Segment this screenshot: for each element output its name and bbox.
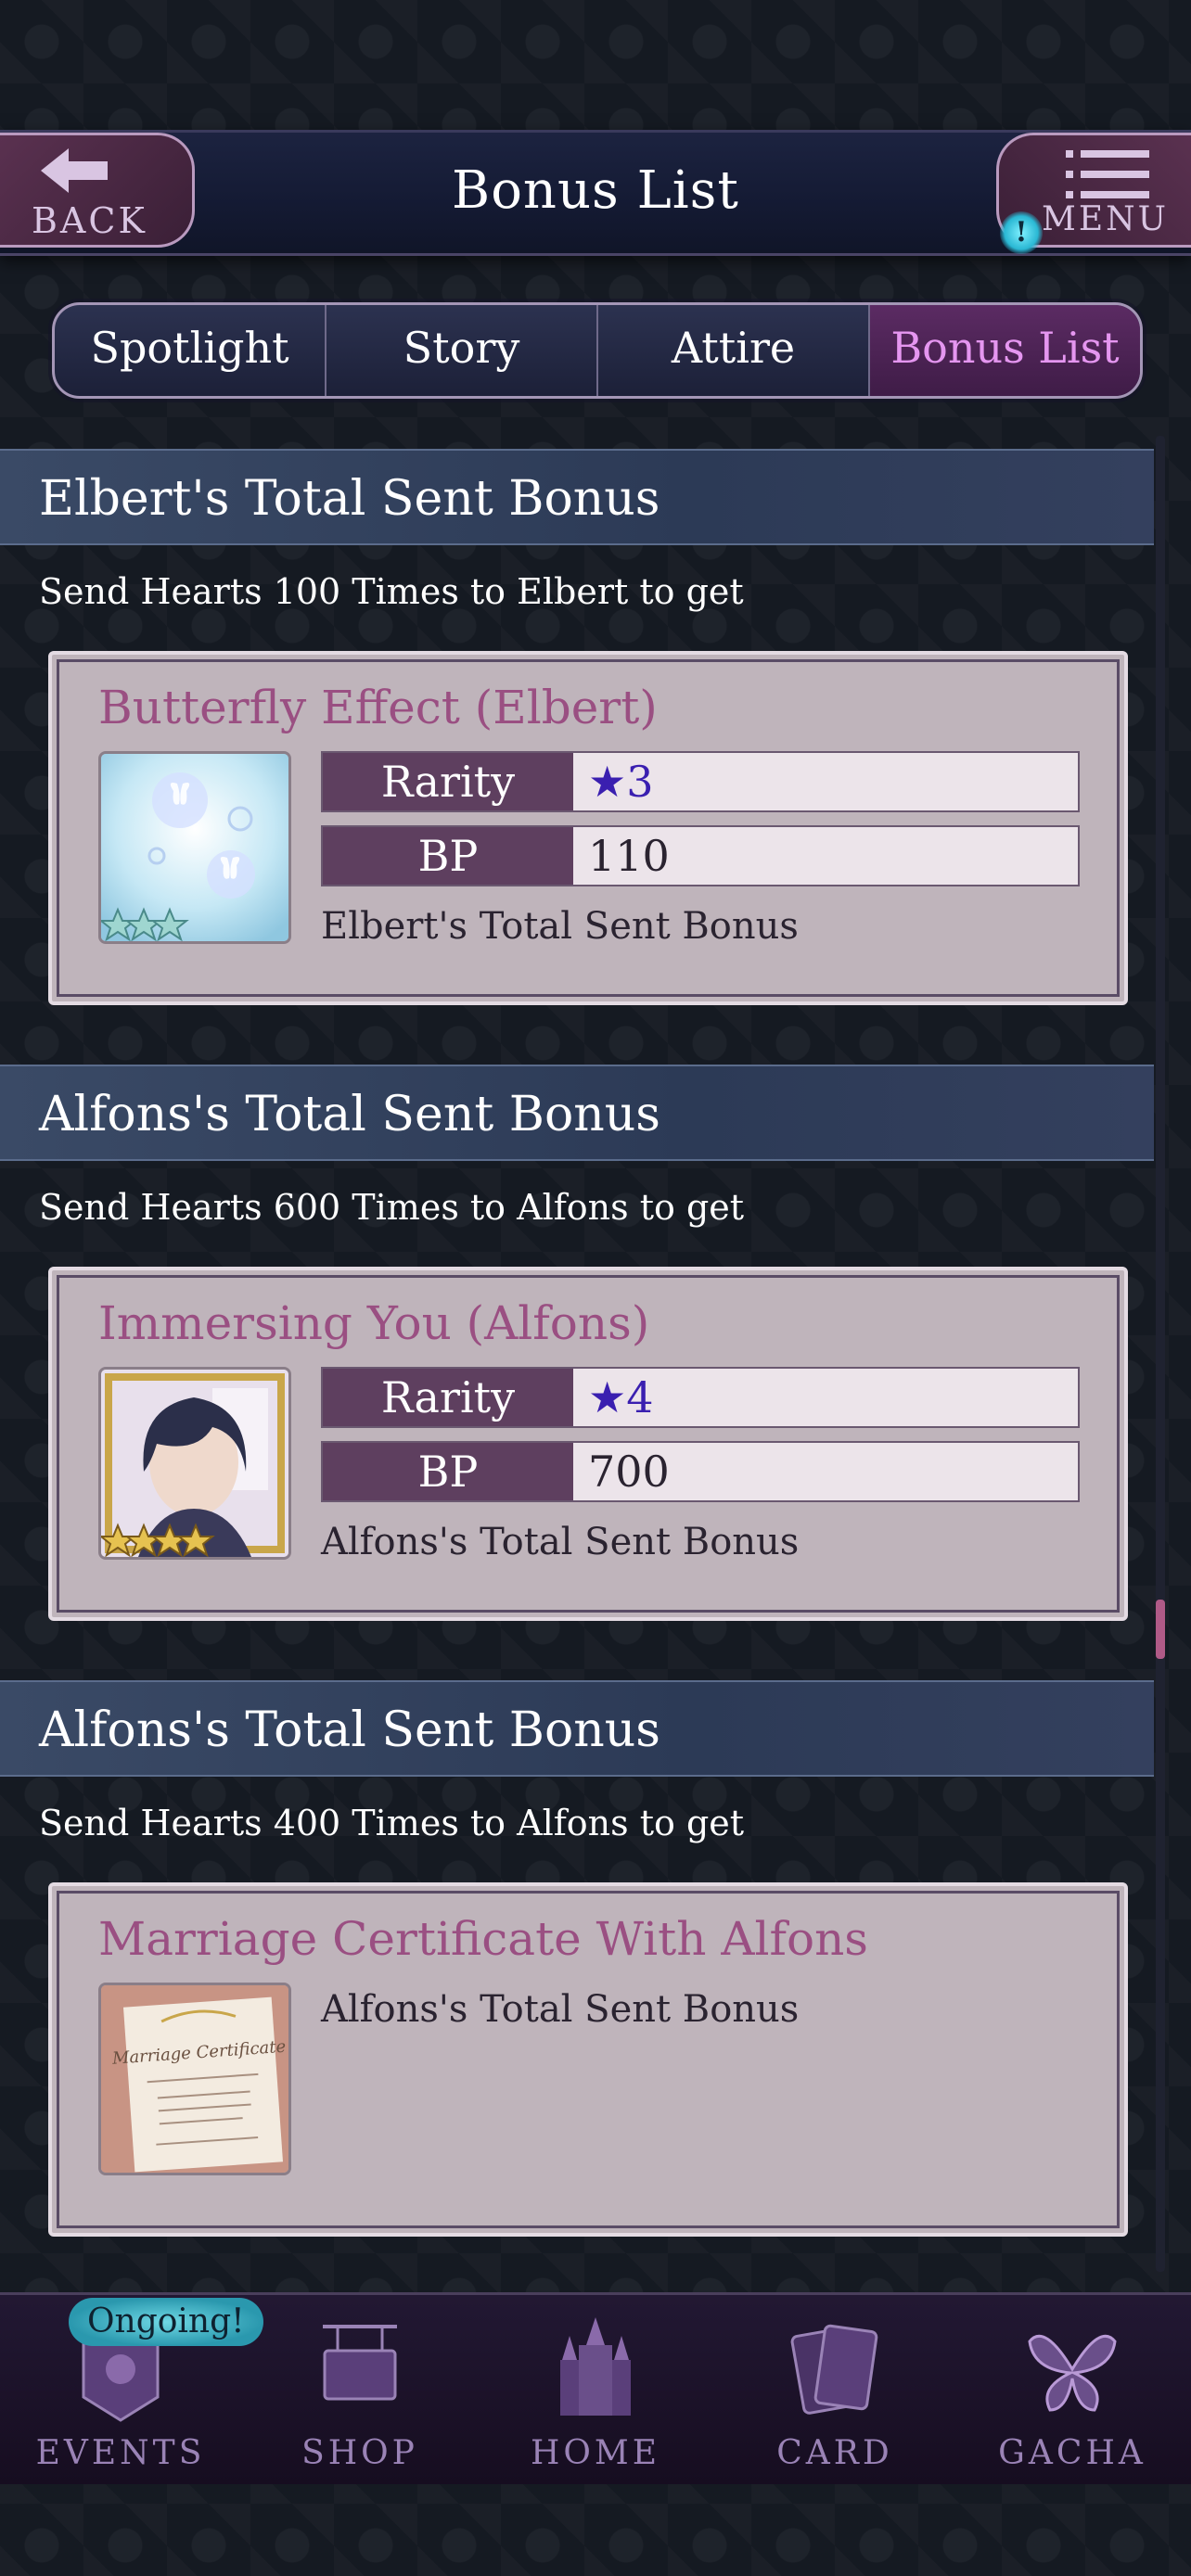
section-header: Elbert's Total Sent Bonus [0,449,1154,545]
section-title: Elbert's Total Sent Bonus [39,471,660,527]
butterfly-card-thumbnail [98,751,291,944]
rarity-value: ★3 [573,753,1078,810]
butterfly-icon [1028,2334,1117,2412]
bp-key: BP [323,827,573,885]
alfons-portrait-thumbnail [98,1367,291,1560]
nav-card-label: CARD [776,2434,893,2472]
bp-value: 110 [573,827,1078,885]
bp-key: BP [323,1443,573,1500]
section-header: Alfons's Total Sent Bonus [0,1065,1154,1161]
bp-row: BP 110 [321,825,1080,886]
reward-name: Immersing You (Alfons) [98,1296,650,1350]
rarity-value: ★4 [573,1369,1078,1426]
ongoing-badge: Ongoing! [69,2298,263,2346]
card-icon [790,2324,878,2415]
tab-story[interactable]: Story [327,305,598,396]
status-bar-area [0,0,1191,130]
tab-bar: Spotlight Story Attire Bonus List [52,302,1143,399]
menu-alert-badge: ! [1000,211,1043,254]
section-title: Alfons's Total Sent Bonus [39,1087,660,1142]
nav-home-label: HOME [530,2434,661,2472]
nav-home[interactable]: HOME [503,2295,688,2484]
tab-attire[interactable]: Attire [598,305,870,396]
reward-note: Alfons's Total Sent Bonus [321,1988,800,2031]
marriage-certificate-thumbnail: Marriage Certificate [98,1983,291,2175]
bonus-list-content[interactable]: Elbert's Total Sent Bonus Send Hearts 10… [0,449,1154,2285]
section-header: Alfons's Total Sent Bonus [0,1680,1154,1777]
scrollbar-thumb[interactable] [1156,1600,1165,1659]
section-requirement: Send Hearts 600 Times to Alfons to get [39,1187,745,1228]
section-requirement: Send Hearts 100 Times to Elbert to get [39,571,744,612]
reward-card[interactable]: Immersing You (Alfons) Rarity ★4 BP 700 … [48,1267,1128,1621]
menu-lines-icon [1066,150,1149,198]
rarity-row: Rarity ★3 [321,751,1080,812]
nav-shop-label: SHOP [301,2434,418,2472]
reward-card[interactable]: Butterfly Effect (Elbert) Rarity ★3 BP 1… [48,651,1128,1005]
nav-gacha[interactable]: GACHA [980,2295,1165,2484]
bonus-section: Elbert's Total Sent Bonus Send Hearts 10… [0,449,1154,1065]
reward-card[interactable]: Marriage Certificate With Alfons Marriag… [48,1882,1128,2237]
reward-name: Marriage Certificate With Alfons [98,1912,868,1966]
bp-value: 700 [573,1443,1078,1500]
rarity-key: Rarity [323,753,573,810]
rarity-key: Rarity [323,1369,573,1426]
rarity-row: Rarity ★4 [321,1367,1080,1428]
nav-gacha-label: GACHA [998,2434,1146,2472]
bp-row: BP 700 [321,1441,1080,1502]
reward-note: Alfons's Total Sent Bonus [321,1521,800,1563]
reward-note: Elbert's Total Sent Bonus [321,905,799,948]
nav-card[interactable]: CARD [742,2295,928,2484]
tab-spotlight[interactable]: Spotlight [55,305,327,396]
menu-label: MENU [1042,200,1169,238]
shop-icon [323,2325,397,2401]
reward-name: Butterfly Effect (Elbert) [98,681,658,734]
tab-bonus-list[interactable]: Bonus List [870,305,1140,396]
bonus-section: Alfons's Total Sent Bonus Send Hearts 40… [0,1680,1154,2285]
nav-shop[interactable]: SHOP [267,2295,453,2484]
scrollbar-track[interactable] [1156,436,1165,2272]
section-requirement: Send Hearts 400 Times to Alfons to get [39,1803,745,1843]
bonus-section: Alfons's Total Sent Bonus Send Hearts 60… [0,1065,1154,1680]
castle-icon [560,2317,631,2416]
nav-events-label: EVENTS [35,2434,206,2472]
section-title: Alfons's Total Sent Bonus [39,1702,660,1758]
